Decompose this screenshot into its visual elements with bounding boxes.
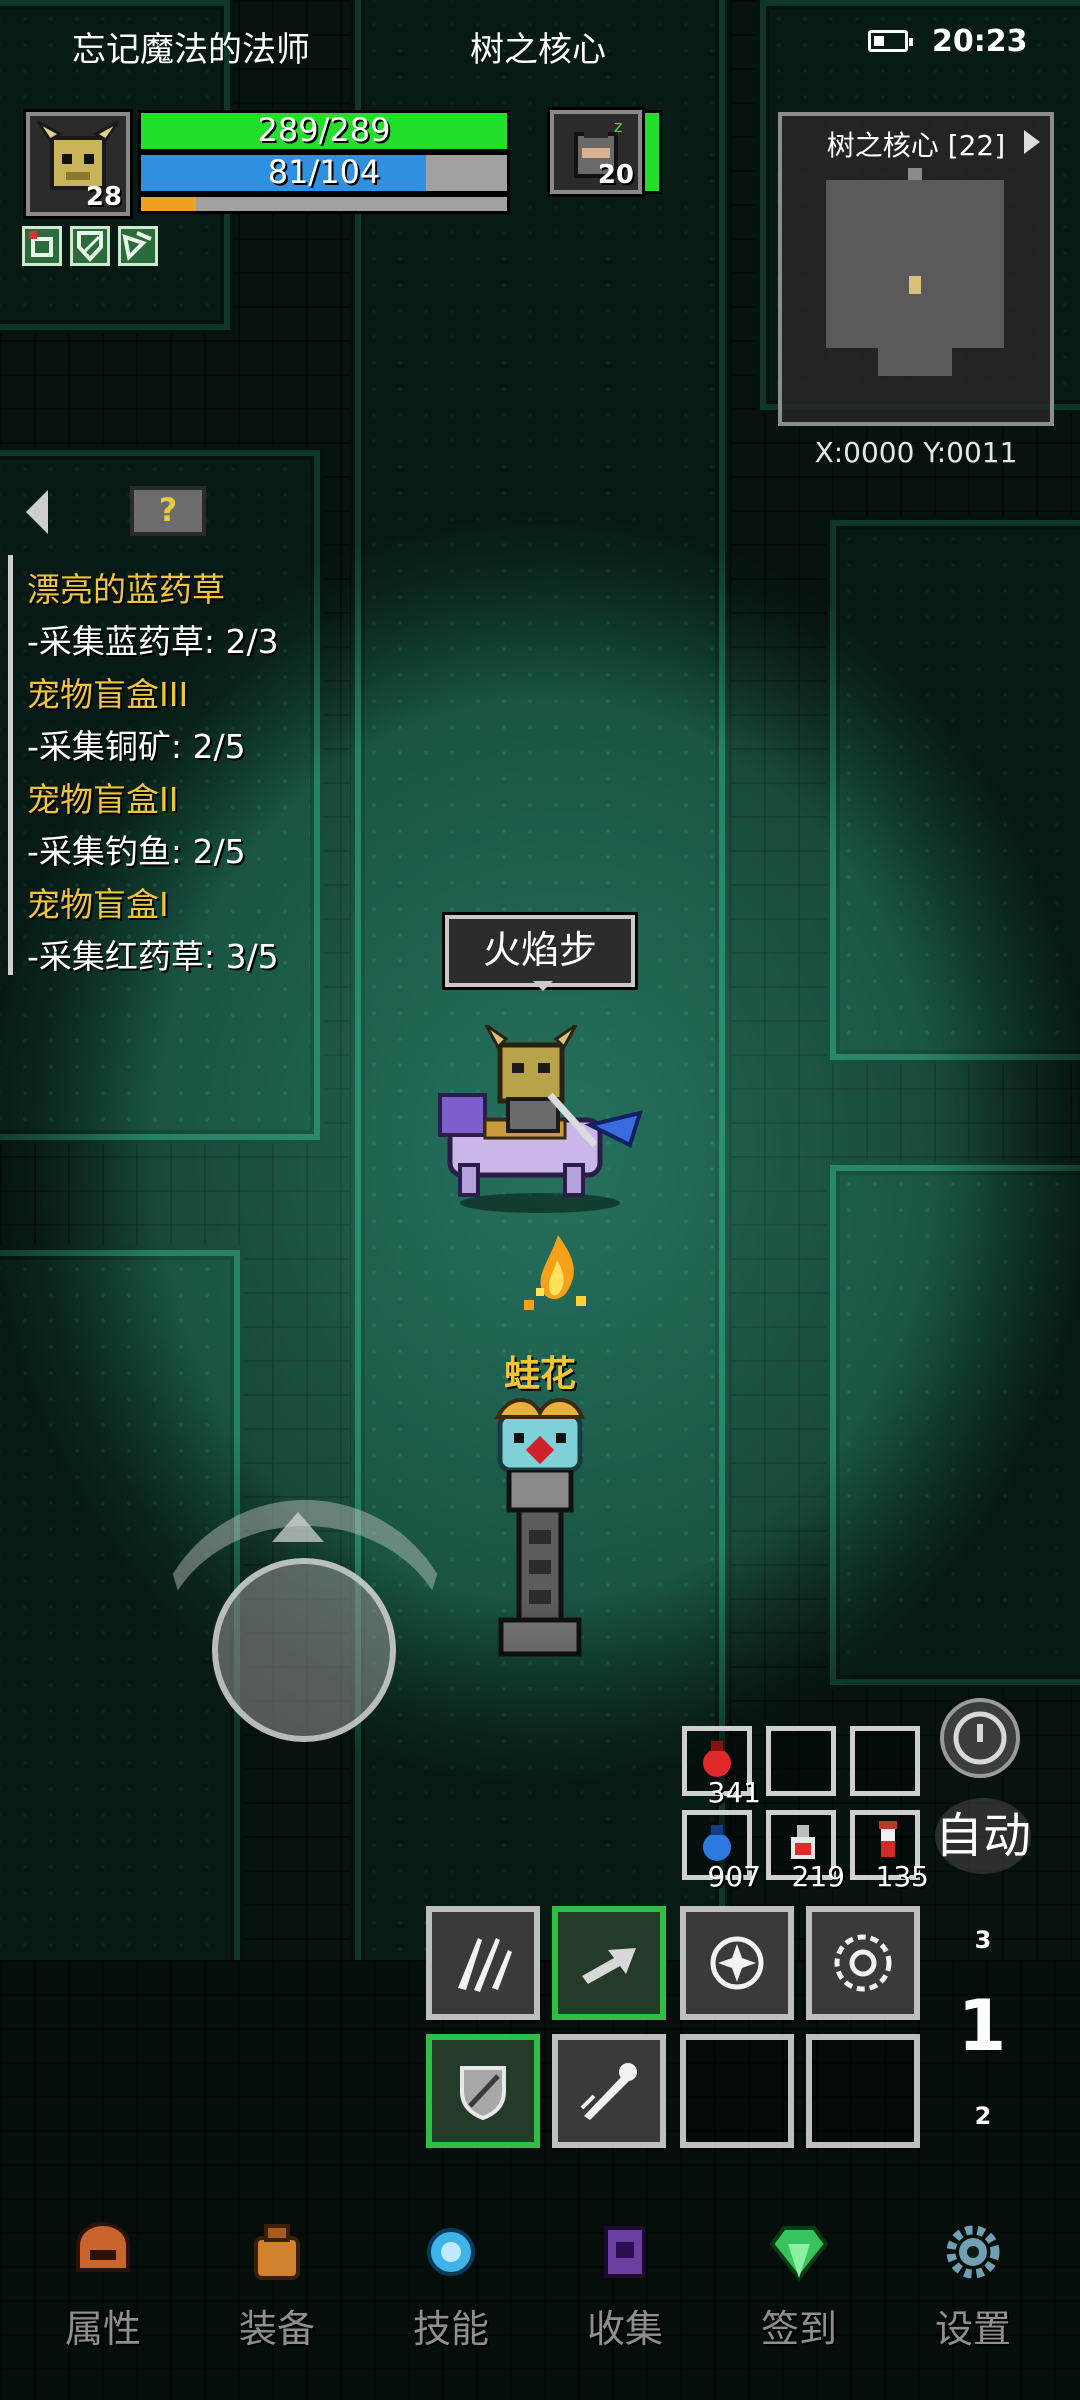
player-portrait[interactable]: 28 <box>26 112 130 216</box>
quest-title[interactable]: 漂亮的蓝药草 <box>27 563 225 611</box>
minimap-door <box>908 168 922 180</box>
player-level: 28 <box>85 182 122 212</box>
quest-title[interactable]: 宠物盲盒III <box>27 668 188 716</box>
orb-icon <box>427 2228 475 2276</box>
item-count: 341 <box>707 1776 761 1809</box>
book-icon <box>604 2226 646 2278</box>
location-name: 树之核心 <box>470 30 606 70</box>
item-count: 135 <box>875 1860 929 1893</box>
flame-step-fire <box>524 1235 586 1310</box>
sleep-zz-icon: z <box>614 117 622 136</box>
item-slot[interactable]: 219 <box>766 1810 845 1893</box>
quest-objective: -采集蓝药草: 2/3 <box>27 622 279 661</box>
item-slot-empty[interactable] <box>850 1726 920 1796</box>
skill-slot[interactable] <box>552 1906 666 2020</box>
clock: 20:23 <box>932 24 1028 59</box>
meteor-icon <box>580 2063 637 2120</box>
quest-objective: -采集铜矿: 2/5 <box>27 727 246 766</box>
auto-battle-button[interactable]: 自动 <box>935 1798 1031 1874</box>
health-vial-icon <box>879 1821 897 1857</box>
joystick-knob[interactable] <box>212 1558 396 1742</box>
item-slot[interactable]: 341 <box>682 1726 761 1809</box>
item-count: 907 <box>707 1860 761 1893</box>
stone-pillar <box>498 1470 582 1657</box>
shield-buff-icon[interactable] <box>70 226 110 266</box>
skill-slot-empty[interactable] <box>806 2034 920 2148</box>
status-bar: 忘记魔法的法师 树之核心 20:23 <box>0 18 1080 70</box>
nav-attributes[interactable]: 属性 <box>38 2220 168 2370</box>
nav-label: 技能 <box>412 2307 489 2351</box>
quest-title[interactable]: 宠物盲盒II <box>27 773 178 821</box>
skill-page-up-button[interactable]: 3 <box>948 1920 1018 1960</box>
gear-burst-icon <box>834 1934 892 1992</box>
blue-potion-icon <box>703 1825 731 1861</box>
nav-label: 签到 <box>760 2307 837 2351</box>
nav-checkin[interactable]: 签到 <box>734 2220 864 2370</box>
game-title: 忘记魔法的法师 <box>72 30 310 70</box>
skill-slot-empty[interactable] <box>680 2034 794 2148</box>
helmet-icon <box>76 2221 130 2272</box>
dash-arrow-icon <box>582 1948 636 1984</box>
minimap-title: 树之核心 [22] <box>826 129 1006 162</box>
joystick-direction-icon <box>272 1512 324 1542</box>
wing-buff-icon[interactable] <box>118 226 158 266</box>
pet-hp-fill <box>645 113 659 191</box>
gem-icon <box>769 2226 829 2282</box>
minimap-expand-icon[interactable] <box>1024 130 1040 154</box>
mp-text: 81/104 <box>267 153 381 191</box>
item-slot[interactable]: 135 <box>850 1810 929 1893</box>
quest-objective: -采集钓鱼: 2/5 <box>27 832 246 871</box>
nav-label: 收集 <box>586 2307 663 2351</box>
minimap-room <box>826 180 1004 348</box>
red-potion-icon <box>703 1741 731 1777</box>
minimap-room-exit <box>878 344 952 376</box>
nav-label: 属性 <box>64 2307 141 2351</box>
nav-equipment[interactable]: 装备 <box>212 2220 342 2370</box>
skill-page-down-button[interactable]: 2 <box>948 2096 1018 2136</box>
mp-bar: 81/104 <box>138 152 510 194</box>
timer-icon <box>953 1711 1007 1765</box>
nav-settings[interactable]: 设置 <box>908 2220 1038 2370</box>
player-coordinates: X:0000 Y:0011 <box>814 436 1018 469</box>
skill-callout-bubble: 火焰步 <box>445 915 635 991</box>
minimap-player-marker <box>909 276 921 294</box>
battery-icon <box>868 30 913 52</box>
quest-objective: -采集红药草: 3/5 <box>27 937 279 976</box>
burst-star-icon <box>710 1936 764 1990</box>
skill-slot[interactable] <box>426 1906 540 2020</box>
nav-collection[interactable]: 收集 <box>560 2220 690 2370</box>
quest-log: 漂亮的蓝药草 -采集蓝药草: 2/3 宠物盲盒III -采集铜矿: 2/5 宠物… <box>8 555 328 976</box>
exp-bar <box>138 194 510 214</box>
skill-slot[interactable] <box>806 1906 920 2020</box>
pet-portrait[interactable]: z 20 <box>550 110 642 194</box>
nav-skills[interactable]: 技能 <box>386 2220 516 2370</box>
backpack-icon <box>254 2224 300 2280</box>
exp-fill <box>141 197 196 211</box>
quest-collapse-arrow-icon[interactable] <box>26 490 48 534</box>
item-count: 219 <box>791 1860 845 1893</box>
claw-slash-icon <box>458 1938 512 1992</box>
item-slot-empty[interactable] <box>766 1726 836 1796</box>
skull-buff-icon[interactable] <box>22 226 62 266</box>
gear-icon <box>946 2225 1000 2279</box>
skill-slot[interactable] <box>680 1906 794 2020</box>
pet-hp-bar <box>642 110 662 194</box>
quest-title[interactable]: 宠物盲盒I <box>27 878 169 926</box>
nav-label: 装备 <box>238 2307 315 2351</box>
pet-level: 20 <box>597 160 634 190</box>
item-slot[interactable]: 907 <box>682 1810 761 1893</box>
cooldown-timer-button[interactable] <box>940 1698 1020 1778</box>
nav-label: 设置 <box>934 2307 1011 2351</box>
player-character[interactable] <box>430 1025 650 1215</box>
pet-nameplate: 蛙花 <box>503 1354 576 1395</box>
shield-icon <box>460 2066 506 2121</box>
hp-bar: 289/289 <box>138 110 510 152</box>
hp-text: 289/289 <box>257 111 391 149</box>
quest-help-button[interactable]: ? <box>130 486 206 536</box>
skill-slot[interactable] <box>552 2034 666 2148</box>
skill-page-number: 1 <box>957 1985 1007 2067</box>
minimap[interactable]: 树之核心 [22] <box>778 112 1054 426</box>
red-flask-icon <box>791 1825 815 1859</box>
skill-slot[interactable] <box>426 2034 540 2148</box>
